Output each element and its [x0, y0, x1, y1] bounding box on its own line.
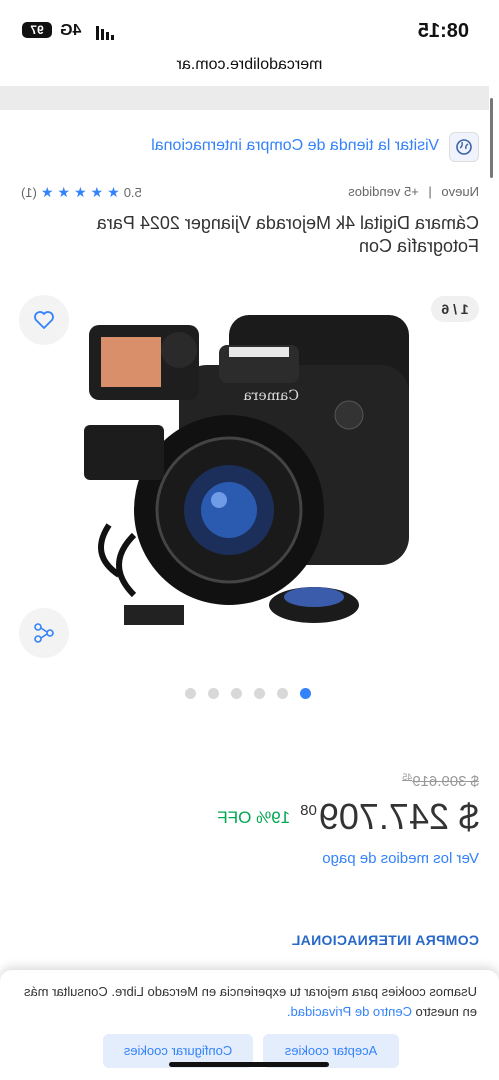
original-price: $ 309.61945: [402, 772, 479, 790]
original-price-cents: 45: [402, 772, 413, 782]
battery-icon: 97: [22, 22, 52, 38]
scrollbar[interactable]: [490, 98, 493, 178]
original-price-amount: $ 309.619: [412, 773, 479, 790]
star-icon: ★: [40, 184, 54, 200]
mirrored-viewport: 08:15 4G 97 mercadolibre.com.ar Visitar …: [0, 0, 499, 1080]
pagination-dot[interactable]: [277, 688, 288, 699]
signal-icon: [96, 26, 114, 40]
status-bar: 08:15 4G 97: [0, 0, 499, 56]
price-cents: 08: [300, 802, 317, 819]
product-meta: Nuevo | +5 vendidos 5.0 ★ ★ ★ ★ ★ (1): [21, 184, 479, 204]
current-price: $ 247.709 08 19% OFF: [217, 796, 479, 838]
condition-and-sales: Nuevo | +5 vendidos: [348, 184, 479, 199]
discount-badge: 19% OFF: [217, 808, 291, 827]
rating[interactable]: 5.0 ★ ★ ★ ★ ★ (1): [21, 184, 142, 201]
price-amount: $ 247.709: [318, 796, 479, 837]
page-header-strip: [0, 86, 489, 110]
pagination-dot[interactable]: [300, 688, 311, 699]
pagination-dot[interactable]: [185, 688, 196, 699]
gallery-counter: 1 / 6: [431, 296, 479, 322]
rating-value: 5.0: [123, 185, 142, 200]
clock: 08:15: [417, 20, 469, 42]
review-count: (1): [21, 185, 37, 200]
condition: Nuevo: [441, 184, 479, 199]
gallery-pagination[interactable]: [185, 688, 311, 699]
cookie-message: Usamos cookies para mejorar tu experienc…: [22, 982, 477, 1022]
share-icon: [34, 623, 54, 643]
share-button[interactable]: [19, 608, 69, 658]
pagination-dot[interactable]: [254, 688, 265, 699]
product-title: Cámara Digital 4k Mejorada Vjianger 2024…: [96, 213, 479, 256]
globe-icon: [449, 132, 479, 162]
sold-count: +5 vendidos: [348, 184, 419, 199]
star-icon: ★: [57, 184, 71, 200]
pagination-dot[interactable]: [208, 688, 219, 699]
heart-icon: [34, 311, 54, 329]
camera-brand-text: Camera: [243, 388, 299, 404]
store-link-label[interactable]: Visitar la tienda de Compra internaciona…: [151, 137, 439, 155]
star-icon: ★: [90, 184, 104, 200]
url-bar[interactable]: mercadolibre.com.ar: [0, 56, 499, 84]
home-indicator[interactable]: [169, 1062, 329, 1067]
star-icon: ★: [74, 184, 87, 200]
privacy-center-link[interactable]: Centro de Privacidad.: [287, 1004, 412, 1019]
store-link[interactable]: Visitar la tienda de Compra internaciona…: [21, 132, 479, 162]
star-icon: ★: [107, 184, 120, 200]
pagination-dot[interactable]: [231, 688, 242, 699]
favorite-button[interactable]: [19, 295, 69, 345]
payment-methods-link[interactable]: Ver los medios de pago: [322, 850, 479, 867]
international-purchase-label: COMPRA INTERNACIONAL: [291, 932, 479, 948]
network-type: 4G: [60, 22, 82, 39]
product-image[interactable]: Camera: [79, 305, 419, 645]
